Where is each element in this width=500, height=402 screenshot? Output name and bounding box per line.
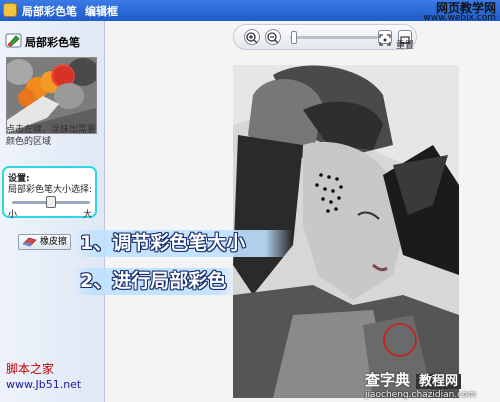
eraser-icon xyxy=(22,237,37,247)
zoom-slider-thumb[interactable] xyxy=(291,31,298,44)
window-title: 局部彩色笔 编辑框 xyxy=(22,3,118,19)
annotation-step-1: 1、调节彩色笔大小 xyxy=(72,230,292,257)
brush-size-slider-thumb[interactable] xyxy=(46,196,56,208)
fit-screen-icon xyxy=(379,34,391,46)
annotation-step-2: 2、进行局部彩色 xyxy=(72,268,238,295)
top-watermark: 网页教学网 www.webjx.com xyxy=(423,2,496,23)
color-brush-icon xyxy=(5,33,22,48)
zoom-in-icon xyxy=(246,32,258,44)
zoom-slider[interactable] xyxy=(290,36,378,39)
fit-window-button[interactable] xyxy=(378,30,392,46)
site-watermark-name: 脚本之家 xyxy=(6,362,55,376)
bottom-watermark-url: jiaocheng.chazidian.com xyxy=(365,390,477,400)
zoom-out-icon xyxy=(267,32,279,44)
zoom-out-button[interactable] xyxy=(265,29,281,45)
brush-size-label: 局部彩色笔大小选择: xyxy=(8,185,93,195)
tool-name: 局部彩色笔 xyxy=(25,36,80,49)
app-icon xyxy=(3,3,17,17)
eraser-button[interactable]: 橡皮擦 xyxy=(18,234,72,250)
reset-button[interactable]: 重置 xyxy=(396,38,414,51)
brush-size-max-label: 大 xyxy=(82,210,92,220)
window-title-text: 局部彩色笔 xyxy=(22,5,77,18)
tool-sidebar: 局部彩色笔 点击左键，涂抹出需要颜色的区域 设置: 局部彩色笔大小选择: 小 大 xyxy=(0,21,105,402)
zoom-in-button[interactable] xyxy=(244,29,260,45)
preview-thumbnail xyxy=(6,57,97,134)
window-subtitle: 编辑框 xyxy=(85,5,118,18)
settings-panel: 设置: 局部彩色笔大小选择: 小 大 xyxy=(2,166,97,220)
preview-image xyxy=(7,58,96,133)
bottom-watermark: 查字典 教程网 jiaocheng.chazidian.com xyxy=(365,369,476,400)
zoom-toolbar xyxy=(233,24,417,50)
bottom-watermark-title: 查字典 教程网 xyxy=(365,369,476,390)
bottom-watermark-name: 查字典 xyxy=(365,371,411,389)
site-watermark: 脚本之家 www.Jb51.net xyxy=(6,361,81,393)
brush-size-min-label: 小 xyxy=(8,210,18,220)
eraser-label: 橡皮擦 xyxy=(40,237,68,247)
bottom-watermark-tag: 教程网 xyxy=(416,374,462,389)
instruction-text: 点击左键，涂抹出需要颜色的区域 xyxy=(6,125,97,147)
site-watermark-url: www.Jb51.net xyxy=(6,378,82,391)
